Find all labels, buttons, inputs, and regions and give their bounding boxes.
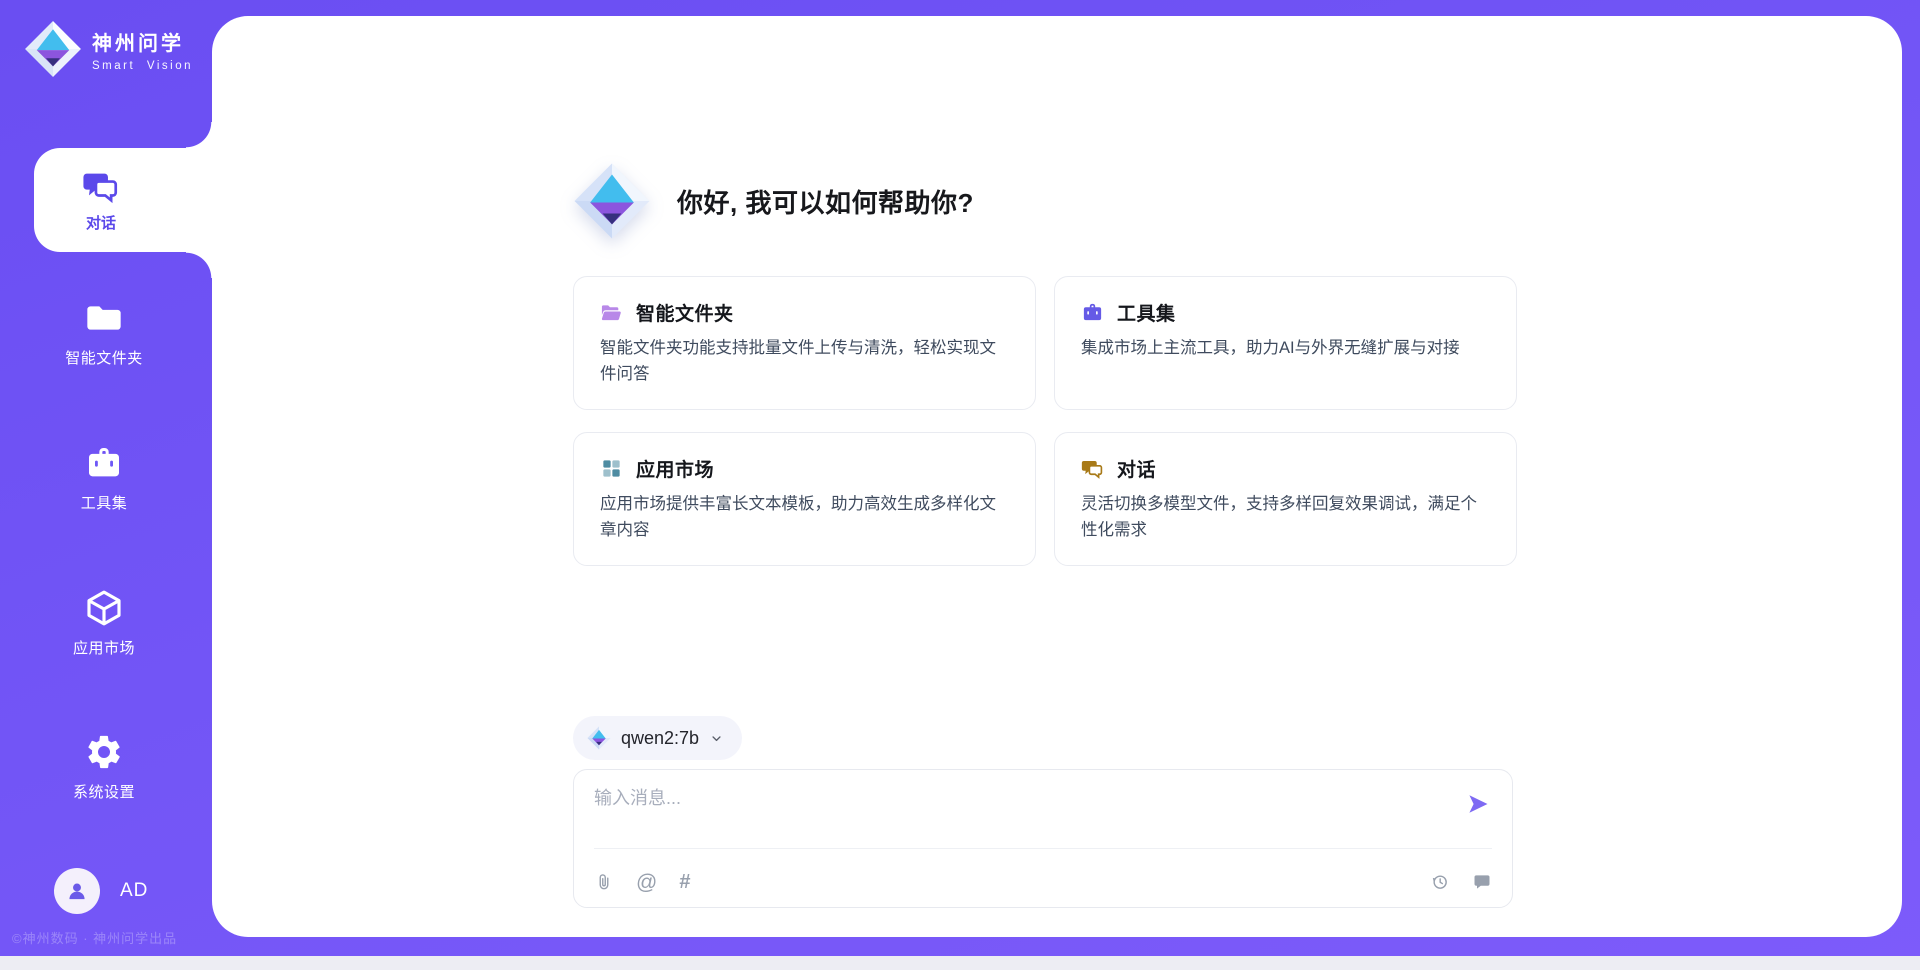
sidebar-item-settings[interactable]: 系统设置 [6,732,202,802]
card-title: 对话 [1117,455,1156,482]
history-icon [1430,872,1450,892]
card-smart-folders[interactable]: 智能文件夹 智能文件夹功能支持批量文件上传与清洗，轻松实现文件问答 [573,276,1036,410]
mention-button[interactable]: @ [636,872,657,893]
active-tab-curve-top [186,122,212,148]
feature-cards: 智能文件夹 智能文件夹功能支持批量文件上传与清洗，轻松实现文件问答 工具集 集成… [573,276,1517,566]
avatar [54,868,100,914]
user-profile[interactable]: AD [54,868,148,914]
sidebar-item-label: 对话 [86,212,116,233]
chevron-down-icon [709,731,724,746]
assistant-logo-icon [573,162,651,240]
folder-icon [84,298,124,338]
composer-toolbar: @ # [594,860,1492,904]
message-composer: @ # [573,769,1513,908]
composer-divider [594,848,1492,849]
greeting: 你好, 我可以如何帮助你? [573,162,974,240]
card-title: 智能文件夹 [636,299,734,326]
active-tab-curve-bottom [186,252,212,278]
chat-icon [82,167,120,205]
card-title: 工具集 [1117,299,1176,326]
card-title: 应用市场 [636,455,714,482]
card-toolset[interactable]: 工具集 集成市场上主流工具，助力AI与外界无缝扩展与对接 [1054,276,1517,410]
hashtag-button[interactable]: # [679,872,690,892]
brand-subtitle: Smart Vision [92,60,193,72]
sidebar-item-smart-folders[interactable]: 智能文件夹 [6,298,202,368]
at-icon: @ [636,872,657,893]
card-description: 智能文件夹功能支持批量文件上传与清洗，轻松实现文件问答 [600,336,1009,387]
sidebar-item-label: 系统设置 [73,781,135,802]
hash-icon: # [679,872,690,892]
app-root: 神州问学 Smart Vision 对话 智能文件夹 [0,0,1920,970]
gear-icon [84,732,124,772]
user-icon [63,877,91,905]
main-panel: 你好, 我可以如何帮助你? 智能文件夹 智能文件夹功能支持批量文件上传与清洗，轻… [212,16,1902,937]
history-button[interactable] [1430,872,1450,892]
sidebar-item-label: 应用市场 [73,637,135,658]
paperclip-icon [594,872,614,892]
diamond-logo-icon [587,726,611,750]
bottom-edge-strip [0,956,1920,970]
brand: 神州问学 Smart Vision [24,20,193,78]
copyright-text: ©神州数码 · 神州问学出品 [12,928,177,947]
card-description: 应用市场提供丰富长文本模板，助力高效生成多样化文章内容 [600,492,1009,543]
sidebar-item-app-market[interactable]: 应用市场 [6,588,202,658]
card-description: 灵活切换多模型文件，支持多样回复效果调试，满足个性化需求 [1081,492,1490,543]
sidebar-item-label: 智能文件夹 [65,347,143,368]
toolbox-icon [84,443,124,483]
grid-icon [600,457,623,480]
folder-open-icon [600,301,623,324]
model-selector[interactable]: qwen2:7b [573,716,742,760]
card-app-market[interactable]: 应用市场 应用市场提供丰富长文本模板，助力高效生成多样化文章内容 [573,432,1036,566]
brand-name: 神州问学 [92,27,193,56]
send-icon [1466,792,1490,816]
sidebar-item-toolset[interactable]: 工具集 [6,443,202,513]
card-chat[interactable]: 对话 灵活切换多模型文件，支持多样回复效果调试，满足个性化需求 [1054,432,1517,566]
greeting-title: 你好, 我可以如何帮助你? [677,183,974,220]
user-name: AD [120,880,148,902]
sidebar-item-label: 工具集 [81,492,128,513]
model-name: qwen2:7b [621,728,699,749]
new-chat-button[interactable] [1472,872,1492,892]
comment-icon [1472,872,1492,892]
message-input[interactable] [594,784,1424,840]
send-button[interactable] [1466,792,1490,816]
sidebar-item-chat[interactable]: 对话 [34,148,212,252]
attach-file-button[interactable] [594,872,614,892]
cube-icon [84,588,124,628]
card-description: 集成市场上主流工具，助力AI与外界无缝扩展与对接 [1081,336,1490,362]
briefcase-icon [1081,301,1104,324]
chat-icon [1081,457,1104,480]
brand-logo-icon [24,20,82,78]
